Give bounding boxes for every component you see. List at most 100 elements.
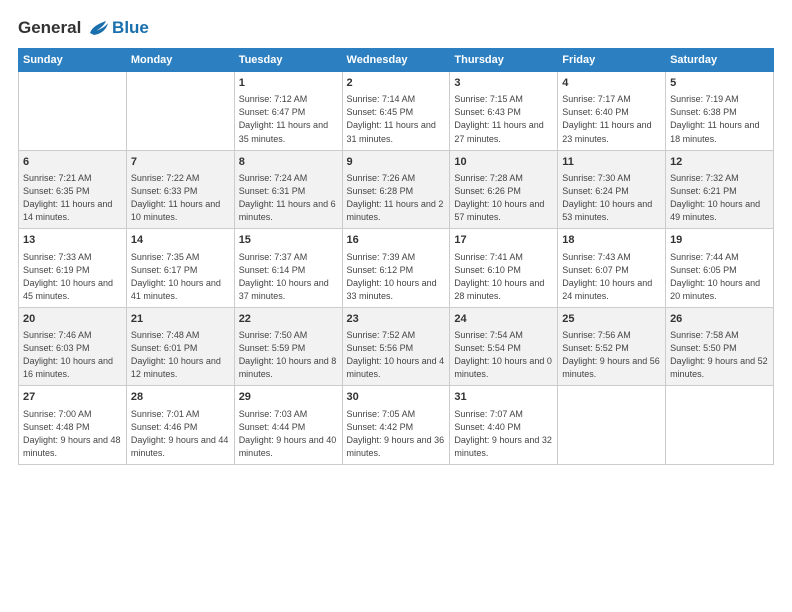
day-info: Sunrise: 7:35 AM Sunset: 6:17 PM Dayligh… — [131, 251, 230, 303]
day-number: 12 — [670, 155, 769, 170]
day-info: Sunrise: 7:37 AM Sunset: 6:14 PM Dayligh… — [239, 251, 338, 303]
day-cell: 28 Sunrise: 7:01 AM Sunset: 4:46 PM Dayli… — [126, 386, 234, 465]
logo: General Blue — [18, 18, 149, 38]
day-number: 9 — [347, 155, 446, 170]
day-number: 2 — [347, 76, 446, 91]
day-cell: 11 Sunrise: 7:30 AM Sunset: 6:24 PM Dayli… — [558, 150, 666, 229]
day-number: 10 — [454, 155, 553, 170]
day-cell: 3 Sunrise: 7:15 AM Sunset: 6:43 PM Daylig… — [450, 72, 558, 151]
day-cell — [558, 386, 666, 465]
day-info: Sunrise: 7:26 AM Sunset: 6:28 PM Dayligh… — [347, 172, 446, 224]
day-info: Sunrise: 7:03 AM Sunset: 4:44 PM Dayligh… — [239, 408, 338, 460]
day-cell: 10 Sunrise: 7:28 AM Sunset: 6:26 PM Dayli… — [450, 150, 558, 229]
day-info: Sunrise: 7:00 AM Sunset: 4:48 PM Dayligh… — [23, 408, 122, 460]
day-info: Sunrise: 7:28 AM Sunset: 6:26 PM Dayligh… — [454, 172, 553, 224]
day-number: 6 — [23, 155, 122, 170]
day-cell: 24 Sunrise: 7:54 AM Sunset: 5:54 PM Dayli… — [450, 307, 558, 386]
day-info: Sunrise: 7:15 AM Sunset: 6:43 PM Dayligh… — [454, 93, 553, 145]
day-cell: 13 Sunrise: 7:33 AM Sunset: 6:19 PM Dayli… — [19, 229, 127, 308]
day-number: 30 — [347, 390, 446, 405]
day-number: 7 — [131, 155, 230, 170]
day-number: 28 — [131, 390, 230, 405]
day-info: Sunrise: 7:43 AM Sunset: 6:07 PM Dayligh… — [562, 251, 661, 303]
day-number: 29 — [239, 390, 338, 405]
day-number: 8 — [239, 155, 338, 170]
day-cell: 22Sunrise: 7:50 AM Sunset: 5:59 PM Dayli… — [234, 307, 342, 386]
week-row-4: 20 Sunrise: 7:46 AM Sunset: 6:03 PM Dayli… — [19, 307, 774, 386]
day-number: 25 — [562, 312, 661, 327]
day-info: Sunrise: 7:39 AM Sunset: 6:12 PM Dayligh… — [347, 251, 446, 303]
day-cell: 4Sunrise: 7:17 AM Sunset: 6:40 PM Daylig… — [558, 72, 666, 151]
day-info: Sunrise: 7:33 AM Sunset: 6:19 PM Dayligh… — [23, 251, 122, 303]
day-cell: 21 Sunrise: 7:48 AM Sunset: 6:01 PM Dayli… — [126, 307, 234, 386]
day-cell: 12 Sunrise: 7:32 AM Sunset: 6:21 PM Dayli… — [666, 150, 774, 229]
day-number: 3 — [454, 76, 553, 91]
day-number: 27 — [23, 390, 122, 405]
day-cell: 7 Sunrise: 7:22 AM Sunset: 6:33 PM Daylig… — [126, 150, 234, 229]
day-info: Sunrise: 7:32 AM Sunset: 6:21 PM Dayligh… — [670, 172, 769, 224]
logo-blue: Blue — [112, 18, 149, 38]
day-number: 26 — [670, 312, 769, 327]
day-cell: 19Sunrise: 7:44 AM Sunset: 6:05 PM Dayli… — [666, 229, 774, 308]
day-number: 22 — [239, 312, 338, 327]
day-cell: 18 Sunrise: 7:43 AM Sunset: 6:07 PM Dayli… — [558, 229, 666, 308]
day-cell: 25 Sunrise: 7:56 AM Sunset: 5:52 PM Dayli… — [558, 307, 666, 386]
day-cell: 27 Sunrise: 7:00 AM Sunset: 4:48 PM Dayli… — [19, 386, 127, 465]
day-number: 11 — [562, 155, 661, 170]
day-info: Sunrise: 7:41 AM Sunset: 6:10 PM Dayligh… — [454, 251, 553, 303]
day-number: 23 — [347, 312, 446, 327]
day-info: Sunrise: 7:14 AM Sunset: 6:45 PM Dayligh… — [347, 93, 446, 145]
column-header-monday: Monday — [126, 49, 234, 72]
column-header-saturday: Saturday — [666, 49, 774, 72]
day-cell: 20 Sunrise: 7:46 AM Sunset: 6:03 PM Dayli… — [19, 307, 127, 386]
day-cell: 8 Sunrise: 7:24 AM Sunset: 6:31 PM Daylig… — [234, 150, 342, 229]
day-info: Sunrise: 7:30 AM Sunset: 6:24 PM Dayligh… — [562, 172, 661, 224]
day-number: 16 — [347, 233, 446, 248]
day-info: Sunrise: 7:12 AM Sunset: 6:47 PM Dayligh… — [239, 93, 338, 145]
day-number: 19 — [670, 233, 769, 248]
day-info: Sunrise: 7:24 AM Sunset: 6:31 PM Dayligh… — [239, 172, 338, 224]
day-cell: 17Sunrise: 7:41 AM Sunset: 6:10 PM Dayli… — [450, 229, 558, 308]
day-cell: 5 Sunrise: 7:19 AM Sunset: 6:38 PM Daylig… — [666, 72, 774, 151]
column-header-friday: Friday — [558, 49, 666, 72]
day-number: 21 — [131, 312, 230, 327]
day-cell: 6 Sunrise: 7:21 AM Sunset: 6:35 PM Daylig… — [19, 150, 127, 229]
calendar-header-row: SundayMondayTuesdayWednesdayThursdayFrid… — [19, 49, 774, 72]
week-row-3: 13 Sunrise: 7:33 AM Sunset: 6:19 PM Dayli… — [19, 229, 774, 308]
day-cell: 23 Sunrise: 7:52 AM Sunset: 5:56 PM Dayli… — [342, 307, 450, 386]
logo-bird-icon — [88, 19, 110, 37]
week-row-1: 1 Sunrise: 7:12 AM Sunset: 6:47 PM Daylig… — [19, 72, 774, 151]
day-cell: 15 Sunrise: 7:37 AM Sunset: 6:14 PM Dayli… — [234, 229, 342, 308]
day-info: Sunrise: 7:56 AM Sunset: 5:52 PM Dayligh… — [562, 329, 661, 381]
day-number: 15 — [239, 233, 338, 248]
day-cell: 1 Sunrise: 7:12 AM Sunset: 6:47 PM Daylig… — [234, 72, 342, 151]
day-info: Sunrise: 7:54 AM Sunset: 5:54 PM Dayligh… — [454, 329, 553, 381]
day-info: Sunrise: 7:22 AM Sunset: 6:33 PM Dayligh… — [131, 172, 230, 224]
day-number: 24 — [454, 312, 553, 327]
day-cell — [666, 386, 774, 465]
day-info: Sunrise: 7:58 AM Sunset: 5:50 PM Dayligh… — [670, 329, 769, 381]
day-number: 1 — [239, 76, 338, 91]
day-info: Sunrise: 7:01 AM Sunset: 4:46 PM Dayligh… — [131, 408, 230, 460]
calendar-table: SundayMondayTuesdayWednesdayThursdayFrid… — [18, 48, 774, 465]
day-number: 18 — [562, 233, 661, 248]
day-info: Sunrise: 7:46 AM Sunset: 6:03 PM Dayligh… — [23, 329, 122, 381]
column-header-thursday: Thursday — [450, 49, 558, 72]
day-info: Sunrise: 7:21 AM Sunset: 6:35 PM Dayligh… — [23, 172, 122, 224]
day-info: Sunrise: 7:52 AM Sunset: 5:56 PM Dayligh… — [347, 329, 446, 381]
day-number: 14 — [131, 233, 230, 248]
day-cell: 16 Sunrise: 7:39 AM Sunset: 6:12 PM Dayli… — [342, 229, 450, 308]
day-cell — [126, 72, 234, 151]
day-number: 31 — [454, 390, 553, 405]
day-number: 20 — [23, 312, 122, 327]
day-number: 5 — [670, 76, 769, 91]
day-info: Sunrise: 7:19 AM Sunset: 6:38 PM Dayligh… — [670, 93, 769, 145]
day-info: Sunrise: 7:05 AM Sunset: 4:42 PM Dayligh… — [347, 408, 446, 460]
day-number: 13 — [23, 233, 122, 248]
day-cell: 29 Sunrise: 7:03 AM Sunset: 4:44 PM Dayli… — [234, 386, 342, 465]
day-info: Sunrise: 7:07 AM Sunset: 4:40 PM Dayligh… — [454, 408, 553, 460]
column-header-tuesday: Tuesday — [234, 49, 342, 72]
day-cell: 31 Sunrise: 7:07 AM Sunset: 4:40 PM Dayli… — [450, 386, 558, 465]
day-info: Sunrise: 7:48 AM Sunset: 6:01 PM Dayligh… — [131, 329, 230, 381]
day-info: Sunrise: 7:17 AM Sunset: 6:40 PM Dayligh… — [562, 93, 661, 145]
